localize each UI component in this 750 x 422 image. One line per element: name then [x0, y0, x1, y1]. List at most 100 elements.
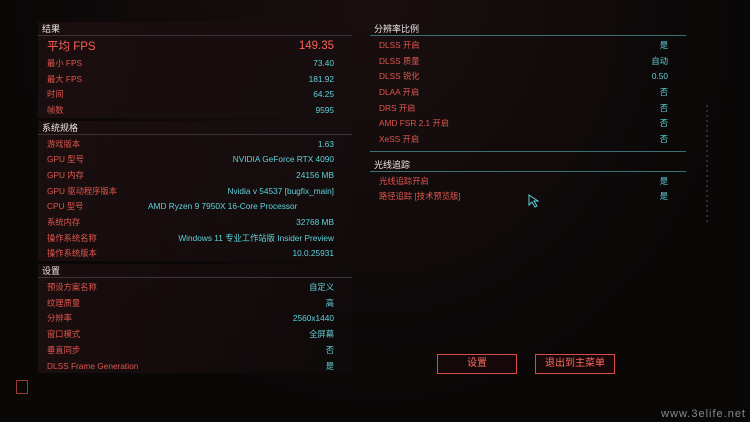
exit-to-main-menu-button[interactable]: 退出到主菜单 [535, 354, 615, 374]
setting-label: 纹理质量 [47, 297, 81, 308]
scaling-row: AMD FSR 2.1 开启 否 [370, 115, 686, 131]
scaling-row: DRS 开启 否 [370, 100, 686, 116]
scaling-label: DRS 开启 [379, 102, 416, 113]
setting-label: 垂直同步 [47, 344, 81, 355]
spec-value: 10.0.25931 [292, 248, 334, 259]
settings-section: 设置 预设方案名称 自定义 纹理质量高 分辨率 2560x1440 窗口模式 全屏幕 … [38, 264, 352, 374]
scaling-value: 0.50 [651, 71, 668, 82]
spec-label: 操作系统版本 [47, 248, 97, 259]
scaling-label: DLSS 质量 [379, 55, 420, 66]
setting-value: 是 [325, 360, 334, 371]
settings-title: 设置 [38, 264, 352, 279]
scaling-row: XeSS 开启 否 [370, 131, 686, 147]
min-fps-value: 73.40 [313, 57, 334, 68]
resolution-scaling-title: 分辨率比例 [370, 22, 686, 36]
spec-row: 系统内存 32768 MB [38, 214, 352, 230]
scaling-row: DLSS 锐化 0.50 [370, 68, 686, 84]
max-fps-value: 181.92 [308, 73, 334, 84]
edge-decoration [706, 105, 708, 225]
setting-label: DLSS Frame Generation [47, 360, 139, 371]
setting-row: 纹理质量 高 [38, 295, 352, 311]
frames-label: 帧数 [47, 104, 64, 115]
min-fps-label: 最小 FPS [47, 57, 83, 68]
spec-row: 游戏版本 1.63 [38, 136, 352, 152]
scaling-label: DLAA 开启 [379, 86, 420, 97]
setting-row: DLSS Frame Generation 是 [38, 358, 352, 374]
scaling-label: DLSS 开启 [379, 39, 420, 50]
setting-value: 否 [325, 344, 334, 355]
scaling-row: DLSS 质量 自动 [370, 53, 686, 69]
corner-logo-icon [16, 380, 28, 394]
avg-fps-value: 149.35 [298, 40, 334, 52]
spec-label: 系统内存 [47, 217, 81, 228]
max-fps-row: 最大 FPS 181.92 [38, 71, 352, 87]
spec-value: AMD Ryzen 9 7950X 16-Core Processor [148, 201, 298, 212]
scaling-label: XeSS 开启 [379, 133, 420, 144]
results-section: 结果 平均 FPS 149.35 最小 FPS 73.40 最大 FPS 181… [38, 22, 352, 118]
raytracing-value: 是 [659, 175, 668, 186]
setting-value: 自定义 [309, 282, 334, 293]
setting-row: 预设方案名称 自定义 [38, 279, 352, 295]
time-row: 时间 64.25 [38, 86, 352, 102]
raytracing-row: 光线追踪开启 是 [370, 173, 686, 189]
watermark: www.3elife.net [661, 408, 746, 420]
time-label: 时间 [47, 89, 64, 100]
results-title: 结果 [38, 22, 352, 36]
spec-row: GPU 驱动程序版本 Nvidia v 54537 [bugfix_main] [38, 183, 352, 199]
spec-row: 操作系统名称 Windows 11 专业工作站版 Insider Preview [38, 230, 352, 246]
avg-fps-label: 平均 FPS [47, 41, 96, 53]
setting-row: 垂直同步 否 [38, 342, 352, 358]
spec-label: GPU 内存 [47, 169, 84, 180]
scaling-value: 否 [659, 86, 668, 97]
max-fps-label: 最大 FPS [47, 73, 83, 84]
setting-label: 预设方案名称 [47, 282, 97, 293]
raytracing-label: 路径追踪 [技术预览版] [379, 191, 461, 202]
frames-row: 帧数 9595 [38, 102, 352, 118]
scaling-label: AMD FSR 2.1 开启 [379, 118, 450, 129]
scaling-value: 否 [659, 102, 668, 113]
scaling-value: 是 [659, 39, 668, 50]
settings-button[interactable]: 设置 [437, 354, 517, 374]
spec-row: GPU 型号 NVIDIA GeForce RTX 4090 [38, 151, 352, 167]
raytracing-title: 光线追踪 [370, 158, 686, 172]
raytracing-value: 是 [659, 191, 668, 202]
scaling-label: DLSS 锐化 [379, 71, 420, 82]
setting-row: 分辨率 2560x1440 [38, 311, 352, 327]
spec-value: Nvidia v 54537 [bugfix_main] [227, 185, 334, 196]
section-divider [370, 150, 686, 152]
right-panel: 分辨率比例 DLSS 开启是 DLSS 质量 自动 DLSS 锐化 0.50 DLA… [370, 22, 686, 204]
mouse-cursor-icon [528, 194, 540, 208]
spec-label: 操作系统名称 [47, 232, 97, 243]
spec-label: GPU 驱动程序版本 [47, 185, 118, 196]
spec-value: 1.63 [317, 138, 334, 149]
left-panel: 结果 平均 FPS 149.35 最小 FPS 73.40 最大 FPS 181… [38, 22, 352, 376]
setting-value: 高 [325, 297, 334, 308]
setting-value: 全屏幕 [309, 329, 334, 340]
avg-fps-row: 平均 FPS 149.35 [38, 37, 352, 55]
scaling-row: DLAA 开启 否 [370, 84, 686, 100]
scaling-value: 否 [659, 118, 668, 129]
spec-value: 32768 MB [296, 217, 334, 228]
spec-value: 24156 MB [296, 169, 334, 180]
spec-row: GPU 内存 24156 MB [38, 167, 352, 183]
spec-row: CPU 型号 AMD Ryzen 9 7950X 16-Core Processo… [38, 199, 352, 215]
specs-section: 系统规格 游戏版本 1.63 GPU 型号 NVIDIA GeForce RTX 4… [38, 120, 352, 262]
specs-title: 系统规格 [38, 121, 352, 135]
scaling-value: 自动 [651, 55, 668, 66]
setting-row: 窗口模式 全屏幕 [38, 326, 352, 342]
setting-value: 2560x1440 [292, 313, 334, 324]
spec-value: NVIDIA GeForce RTX 4090 [232, 154, 334, 165]
spec-value: Windows 11 专业工作站版 Insider Preview [178, 232, 334, 243]
spec-row: 操作系统版本 10.0.25931 [38, 246, 352, 262]
setting-label: 窗口模式 [47, 329, 81, 340]
spec-label: CPU 型号 [47, 201, 84, 212]
raytracing-label: 光线追踪开启 [379, 175, 429, 186]
scaling-row: DLSS 开启 是 [370, 37, 686, 53]
resolution-scaling-section: 分辨率比例 DLSS 开启 是 DLSS 质量 自动 DLSS 锐化 0.50 DLA… [370, 22, 686, 147]
spec-label: GPU 型号 [47, 154, 84, 165]
setting-label: 分辨率 [47, 313, 72, 324]
frames-value: 9595 [315, 104, 334, 115]
scaling-value: 否 [659, 133, 668, 144]
min-fps-row: 最小 FPS 73.40 [38, 55, 352, 71]
spec-label: 游戏版本 [47, 138, 81, 149]
